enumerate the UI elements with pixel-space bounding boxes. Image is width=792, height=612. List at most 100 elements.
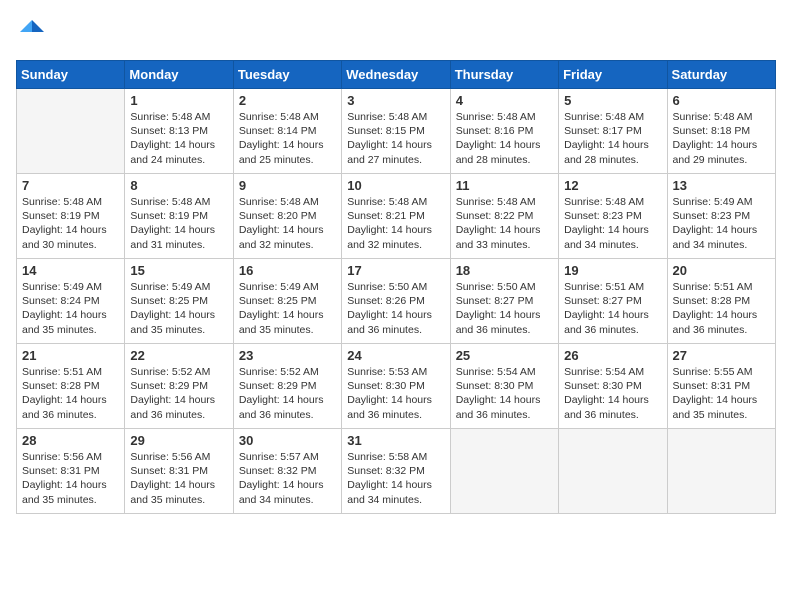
day-cell: 27 Sunrise: 5:55 AM Sunset: 8:31 PM Dayli… [667,344,775,429]
day-info: Sunrise: 5:48 AM Sunset: 8:23 PM Dayligh… [564,195,661,252]
day-header-tuesday: Tuesday [233,61,341,89]
day-info: Sunrise: 5:48 AM Sunset: 8:19 PM Dayligh… [130,195,227,252]
day-cell [559,429,667,514]
day-number: 17 [347,263,444,278]
day-cell: 20Sunrise: 5:51 AM Sunset: 8:28 PM Dayli… [667,259,775,344]
day-number: 24 [347,348,444,363]
day-number: 30 [239,433,336,448]
week-row-2: 7 Sunrise: 5:48 AM Sunset: 8:19 PM Daylig… [17,174,776,259]
day-number: 5 [564,93,661,108]
day-info: Sunrise: 5:49 AM Sunset: 8:24 PM Dayligh… [22,280,119,337]
day-cell: 2 Sunrise: 5:48 AM Sunset: 8:14 PM Daylig… [233,89,341,174]
day-cell: 17 Sunrise: 5:50 AM Sunset: 8:26 PM Dayli… [342,259,450,344]
day-number: 28 [22,433,119,448]
day-info: Sunrise: 5:54 AM Sunset: 8:30 PM Dayligh… [456,365,553,422]
day-number: 22 [130,348,227,363]
day-cell [450,429,558,514]
day-cell: 26 Sunrise: 5:54 AM Sunset: 8:30 PM Dayli… [559,344,667,429]
day-number: 31 [347,433,444,448]
day-number: 29 [130,433,227,448]
day-number: 12 [564,178,661,193]
day-cell: 18 Sunrise: 5:50 AM Sunset: 8:27 PM Dayli… [450,259,558,344]
day-cell: 11 Sunrise: 5:48 AM Sunset: 8:22 PM Dayli… [450,174,558,259]
day-info: Sunrise: 5:57 AM Sunset: 8:32 PM Dayligh… [239,450,336,507]
day-info: Sunrise: 5:55 AM Sunset: 8:31 PM Dayligh… [673,365,770,422]
day-cell: 1Sunrise: 5:48 AM Sunset: 8:13 PM Daylig… [125,89,233,174]
day-cell: 13Sunrise: 5:49 AM Sunset: 8:23 PM Dayli… [667,174,775,259]
week-row-4: 21 Sunrise: 5:51 AM Sunset: 8:28 PM Dayli… [17,344,776,429]
day-number: 1 [130,93,227,108]
day-number: 14 [22,263,119,278]
day-header-monday: Monday [125,61,233,89]
day-cell: 3 Sunrise: 5:48 AM Sunset: 8:15 PM Daylig… [342,89,450,174]
day-info: Sunrise: 5:49 AM Sunset: 8:25 PM Dayligh… [130,280,227,337]
day-number: 18 [456,263,553,278]
day-number: 19 [564,263,661,278]
day-header-thursday: Thursday [450,61,558,89]
day-number: 11 [456,178,553,193]
day-info: Sunrise: 5:48 AM Sunset: 8:14 PM Dayligh… [239,110,336,167]
day-info: Sunrise: 5:48 AM Sunset: 8:20 PM Dayligh… [239,195,336,252]
day-cell [667,429,775,514]
day-cell: 19Sunrise: 5:51 AM Sunset: 8:27 PM Dayli… [559,259,667,344]
day-number: 3 [347,93,444,108]
week-row-1: 1Sunrise: 5:48 AM Sunset: 8:13 PM Daylig… [17,89,776,174]
day-info: Sunrise: 5:52 AM Sunset: 8:29 PM Dayligh… [239,365,336,422]
day-info: Sunrise: 5:56 AM Sunset: 8:31 PM Dayligh… [22,450,119,507]
day-cell: 4 Sunrise: 5:48 AM Sunset: 8:16 PM Daylig… [450,89,558,174]
day-number: 26 [564,348,661,363]
day-cell: 31 Sunrise: 5:58 AM Sunset: 8:32 PM Dayli… [342,429,450,514]
day-info: Sunrise: 5:49 AM Sunset: 8:25 PM Dayligh… [239,280,336,337]
day-cell: 14 Sunrise: 5:49 AM Sunset: 8:24 PM Dayli… [17,259,125,344]
days-header-row: SundayMondayTuesdayWednesdayThursdayFrid… [17,61,776,89]
day-info: Sunrise: 5:48 AM Sunset: 8:15 PM Dayligh… [347,110,444,167]
day-number: 10 [347,178,444,193]
day-info: Sunrise: 5:49 AM Sunset: 8:23 PM Dayligh… [673,195,770,252]
day-info: Sunrise: 5:48 AM Sunset: 8:18 PM Dayligh… [673,110,770,167]
day-number: 21 [22,348,119,363]
day-info: Sunrise: 5:48 AM Sunset: 8:17 PM Dayligh… [564,110,661,167]
day-info: Sunrise: 5:51 AM Sunset: 8:28 PM Dayligh… [22,365,119,422]
day-number: 27 [673,348,770,363]
day-cell: 9 Sunrise: 5:48 AM Sunset: 8:20 PM Daylig… [233,174,341,259]
logo-icon [16,16,48,48]
day-info: Sunrise: 5:50 AM Sunset: 8:26 PM Dayligh… [347,280,444,337]
day-info: Sunrise: 5:52 AM Sunset: 8:29 PM Dayligh… [130,365,227,422]
day-cell: 21 Sunrise: 5:51 AM Sunset: 8:28 PM Dayli… [17,344,125,429]
day-cell: 24 Sunrise: 5:53 AM Sunset: 8:30 PM Dayli… [342,344,450,429]
day-cell: 22 Sunrise: 5:52 AM Sunset: 8:29 PM Dayli… [125,344,233,429]
day-number: 2 [239,93,336,108]
day-cell: 29 Sunrise: 5:56 AM Sunset: 8:31 PM Dayli… [125,429,233,514]
day-number: 7 [22,178,119,193]
day-header-saturday: Saturday [667,61,775,89]
day-number: 4 [456,93,553,108]
day-cell: 12 Sunrise: 5:48 AM Sunset: 8:23 PM Dayli… [559,174,667,259]
day-cell: 10Sunrise: 5:48 AM Sunset: 8:21 PM Dayli… [342,174,450,259]
calendar: SundayMondayTuesdayWednesdayThursdayFrid… [16,60,776,514]
week-row-5: 28 Sunrise: 5:56 AM Sunset: 8:31 PM Dayli… [17,429,776,514]
day-number: 9 [239,178,336,193]
day-header-wednesday: Wednesday [342,61,450,89]
day-info: Sunrise: 5:54 AM Sunset: 8:30 PM Dayligh… [564,365,661,422]
day-cell: 30 Sunrise: 5:57 AM Sunset: 8:32 PM Dayli… [233,429,341,514]
day-info: Sunrise: 5:58 AM Sunset: 8:32 PM Dayligh… [347,450,444,507]
day-header-friday: Friday [559,61,667,89]
day-cell: 28 Sunrise: 5:56 AM Sunset: 8:31 PM Dayli… [17,429,125,514]
logo [16,16,52,48]
day-info: Sunrise: 5:48 AM Sunset: 8:22 PM Dayligh… [456,195,553,252]
day-cell: 8Sunrise: 5:48 AM Sunset: 8:19 PM Daylig… [125,174,233,259]
day-info: Sunrise: 5:53 AM Sunset: 8:30 PM Dayligh… [347,365,444,422]
day-cell: 15Sunrise: 5:49 AM Sunset: 8:25 PM Dayli… [125,259,233,344]
day-number: 25 [456,348,553,363]
day-info: Sunrise: 5:50 AM Sunset: 8:27 PM Dayligh… [456,280,553,337]
day-number: 6 [673,93,770,108]
header [16,16,776,48]
day-header-sunday: Sunday [17,61,125,89]
day-cell: 23Sunrise: 5:52 AM Sunset: 8:29 PM Dayli… [233,344,341,429]
day-info: Sunrise: 5:48 AM Sunset: 8:16 PM Dayligh… [456,110,553,167]
day-number: 20 [673,263,770,278]
day-cell: 16Sunrise: 5:49 AM Sunset: 8:25 PM Dayli… [233,259,341,344]
day-info: Sunrise: 5:56 AM Sunset: 8:31 PM Dayligh… [130,450,227,507]
day-cell: 7Sunrise: 5:48 AM Sunset: 8:19 PM Daylig… [17,174,125,259]
day-cell: 25 Sunrise: 5:54 AM Sunset: 8:30 PM Dayli… [450,344,558,429]
